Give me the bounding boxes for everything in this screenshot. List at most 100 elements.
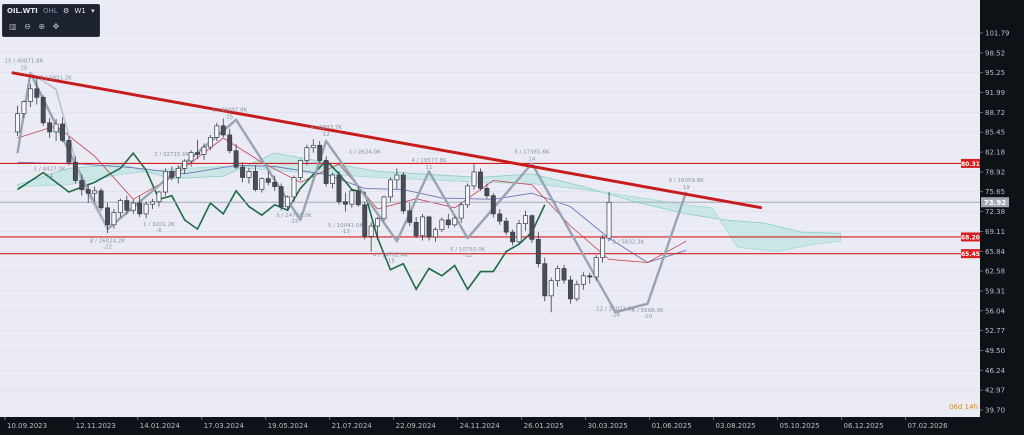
y-tick-label: 82.18 [985, 149, 1005, 157]
candle-body [92, 190, 98, 194]
candle-body [561, 268, 567, 281]
candle-body [548, 280, 554, 297]
resistance-trendline[interactable] [11, 71, 763, 210]
candle-body [606, 201, 612, 239]
candle-body [490, 195, 496, 215]
swing-count-label: 12 [323, 132, 330, 138]
candle-body [355, 190, 361, 206]
candle [561, 264, 567, 284]
candle [330, 172, 336, 189]
candle-body [214, 125, 220, 138]
swing-count-label: 11 [426, 165, 433, 171]
swing-label: 5 / 17361.6K [514, 149, 550, 155]
swing-count-label: 14 [528, 156, 535, 162]
candle [510, 229, 516, 246]
candle-body [143, 203, 149, 215]
candle [220, 118, 226, 138]
candle-body [40, 96, 46, 124]
candle [323, 156, 329, 187]
candle [310, 139, 316, 153]
interval-label[interactable]: W1 [74, 7, 85, 15]
zoom-in-icon[interactable]: ⊕ [38, 22, 45, 31]
y-tick-label: 42.97 [985, 387, 1005, 395]
x-tick-label: 03.08.2025 [716, 422, 756, 430]
x-tick-label: 19.05.2024 [268, 422, 309, 430]
chevron-down-icon[interactable]: ▾ [91, 7, 95, 15]
candle [394, 168, 400, 189]
y-tick-label: 52.77 [985, 327, 1005, 335]
candle-body [368, 225, 374, 237]
candle-body [27, 88, 33, 102]
x-tick-label: 22.09.2024 [396, 422, 437, 430]
crosshair-icon[interactable]: ✥ [53, 22, 60, 31]
candle [175, 165, 181, 184]
candle-body [252, 171, 258, 190]
candle-body [137, 202, 143, 215]
level-price-badge: 80.31 [961, 161, 980, 168]
swing-count-label: -22 [103, 244, 112, 250]
candle [342, 192, 348, 212]
swing-count-label: -13 [341, 229, 350, 235]
candle-body [246, 171, 252, 178]
candle [568, 275, 573, 304]
x-tick-label: 30.03.2025 [588, 422, 628, 430]
y-tick-label: 62.58 [985, 268, 1005, 276]
candle-body [175, 167, 181, 178]
candle-body [349, 190, 355, 205]
candle-body [117, 200, 123, 214]
candle-body [407, 210, 413, 223]
candle [490, 193, 496, 218]
y-tick-label: 95.25 [985, 69, 1005, 77]
candle-body [60, 123, 65, 141]
candle-body [587, 275, 593, 278]
candle [400, 171, 406, 214]
candle [233, 144, 239, 169]
swing-count-label: 25 [20, 66, 27, 72]
candle-body [478, 171, 483, 189]
swing-count-label: 19 [683, 185, 690, 191]
candle [542, 257, 548, 302]
zoom-out-icon[interactable]: ⊖ [24, 22, 31, 31]
price-chart[interactable]: 15 / 40871.8K252 / 6851.2K1 / 4427.0K148… [0, 0, 1024, 435]
candle [580, 272, 586, 290]
x-tick-label: 12.11.2023 [76, 422, 116, 430]
candle-body [484, 188, 490, 197]
swing-count-label: -26 [611, 312, 620, 318]
swing-count-label: 14 [46, 173, 53, 179]
current-price-badge: 73.92 [984, 199, 1006, 207]
candle [98, 188, 104, 211]
candle-body [452, 217, 458, 226]
candle-body [400, 174, 406, 212]
candle [555, 265, 561, 287]
candle [574, 280, 580, 302]
symbol-label[interactable]: OIL.WTI [7, 7, 38, 15]
swing-label: 2 / 5832.3K [612, 239, 644, 245]
candle [336, 171, 342, 205]
candle [587, 272, 593, 284]
y-tick-label: 75.65 [985, 188, 1005, 196]
swing-count-label: -15 [289, 219, 298, 225]
y-tick-label: 85.45 [985, 129, 1005, 137]
candle-body [240, 166, 245, 178]
candle-body [79, 180, 85, 190]
candle-body [330, 174, 336, 184]
x-tick-label: 21.07.2024 [332, 422, 373, 430]
candle [349, 189, 355, 208]
candle-body [47, 122, 53, 133]
candle [465, 183, 471, 208]
bars-icon[interactable]: ▥ [9, 22, 17, 31]
candle [516, 219, 522, 245]
candle-body [188, 152, 194, 162]
candle [381, 195, 387, 222]
swing-label: 1 / 4427.0K [34, 166, 66, 172]
candle-body [105, 207, 110, 226]
gear-icon[interactable]: ⚙ [63, 7, 69, 15]
candle-body [169, 171, 175, 178]
candle-body [310, 144, 316, 149]
y-tick-label: 101.79 [985, 30, 1010, 38]
candle-body [323, 160, 329, 184]
candle [207, 134, 213, 151]
candle-body [85, 189, 91, 194]
candle-body [375, 218, 381, 227]
candle [47, 117, 53, 138]
